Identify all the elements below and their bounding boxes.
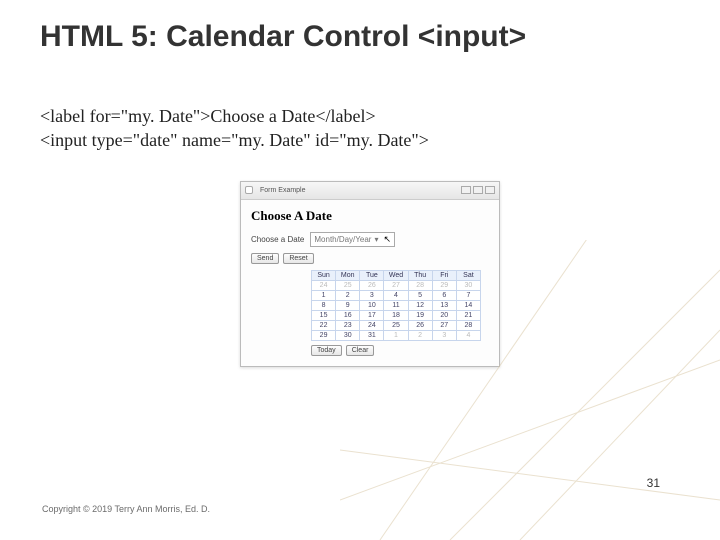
calendar-cell[interactable]: 7 bbox=[456, 290, 480, 300]
clear-button[interactable]: Clear bbox=[346, 345, 375, 356]
day-header: Tue bbox=[360, 270, 384, 280]
calendar-cell[interactable]: 24 bbox=[312, 280, 336, 290]
calendar-row: 15 16 17 18 19 20 21 bbox=[312, 310, 481, 320]
calendar-cell[interactable]: 11 bbox=[384, 300, 408, 310]
day-header: Fri bbox=[432, 270, 456, 280]
calendar-cell[interactable]: 17 bbox=[360, 310, 384, 320]
calendar-cell[interactable]: 1 bbox=[384, 330, 408, 340]
calendar-popup[interactable]: Sun Mon Tue Wed Thu Fri Sat 24 25 26 27 bbox=[311, 270, 481, 341]
calendar-cell[interactable]: 27 bbox=[432, 320, 456, 330]
browser-tab-label: Form Example bbox=[256, 187, 310, 194]
calendar-cell[interactable]: 6 bbox=[432, 290, 456, 300]
calendar-cell[interactable]: 16 bbox=[336, 310, 360, 320]
submit-button[interactable]: Send bbox=[251, 253, 279, 264]
browser-titlebar: Form Example bbox=[241, 182, 499, 200]
form-buttons: Send Reset bbox=[251, 253, 489, 264]
calendar-cell[interactable]: 12 bbox=[408, 300, 432, 310]
day-header: Wed bbox=[384, 270, 408, 280]
calendar-row: 1 2 3 4 5 6 7 bbox=[312, 290, 481, 300]
calendar-stepper-icon[interactable]: ▾ bbox=[374, 235, 378, 244]
form-row: Choose a Date Month/Day/Year ▾ ↖ bbox=[251, 232, 489, 247]
code-example: <label for="my. Date">Choose a Date</lab… bbox=[40, 104, 690, 153]
calendar-cell[interactable]: 5 bbox=[408, 290, 432, 300]
day-header: Thu bbox=[408, 270, 432, 280]
calendar-cell[interactable]: 30 bbox=[456, 280, 480, 290]
calendar-cell[interactable]: 14 bbox=[456, 300, 480, 310]
code-line-1: <label for="my. Date">Choose a Date</lab… bbox=[40, 104, 690, 128]
day-header: Sun bbox=[312, 270, 336, 280]
calendar-cell[interactable]: 9 bbox=[336, 300, 360, 310]
calendar-header-row: Sun Mon Tue Wed Thu Fri Sat bbox=[312, 270, 481, 280]
calendar-cell[interactable]: 25 bbox=[336, 280, 360, 290]
calendar-cell[interactable]: 19 bbox=[408, 310, 432, 320]
calendar-row: 29 30 31 1 2 3 4 bbox=[312, 330, 481, 340]
calendar-row: 8 9 10 11 12 13 14 bbox=[312, 300, 481, 310]
calendar-cell[interactable]: 10 bbox=[360, 300, 384, 310]
date-label: Choose a Date bbox=[251, 235, 304, 244]
calendar-cell[interactable]: 29 bbox=[432, 280, 456, 290]
calendar-row: 24 25 26 27 28 29 30 bbox=[312, 280, 481, 290]
reset-button[interactable]: Reset bbox=[283, 253, 313, 264]
calendar-row: 22 23 24 25 26 27 28 bbox=[312, 320, 481, 330]
date-input[interactable]: Month/Day/Year ▾ ↖ bbox=[310, 232, 395, 247]
calendar-cell[interactable]: 3 bbox=[432, 330, 456, 340]
day-header: Mon bbox=[336, 270, 360, 280]
page-heading: Choose A Date bbox=[251, 208, 489, 224]
calendar-cell[interactable]: 28 bbox=[408, 280, 432, 290]
calendar-cell[interactable]: 28 bbox=[456, 320, 480, 330]
window-controls bbox=[461, 186, 495, 194]
calendar-cell[interactable]: 18 bbox=[384, 310, 408, 320]
calendar-cell[interactable]: 31 bbox=[360, 330, 384, 340]
browser-back-icon bbox=[245, 186, 253, 194]
calendar-cell[interactable]: 30 bbox=[336, 330, 360, 340]
calendar-cell[interactable]: 13 bbox=[432, 300, 456, 310]
code-line-2: <input type="date" name="my. Date" id="m… bbox=[40, 128, 690, 152]
maximize-icon bbox=[473, 186, 483, 194]
calendar-cell[interactable]: 26 bbox=[408, 320, 432, 330]
calendar-cell[interactable]: 8 bbox=[312, 300, 336, 310]
calendar-cell[interactable]: 15 bbox=[312, 310, 336, 320]
day-header: Sat bbox=[456, 270, 480, 280]
slide: HTML 5: Calendar Control <input> <label … bbox=[0, 0, 720, 540]
page-number: 31 bbox=[647, 476, 660, 490]
slide-title: HTML 5: Calendar Control <input> bbox=[40, 20, 690, 54]
calendar-cell[interactable]: 23 bbox=[336, 320, 360, 330]
calendar-cell[interactable]: 25 bbox=[384, 320, 408, 330]
calendar-cell[interactable]: 1 bbox=[312, 290, 336, 300]
copyright-text: Copyright © 2019 Terry Ann Morris, Ed. D… bbox=[42, 504, 210, 514]
calendar-cell[interactable]: 26 bbox=[360, 280, 384, 290]
browser-screenshot: Form Example Choose A Date Choose a Date… bbox=[240, 181, 500, 367]
calendar-cell[interactable]: 3 bbox=[360, 290, 384, 300]
calendar-cell[interactable]: 22 bbox=[312, 320, 336, 330]
calendar-cell[interactable]: 21 bbox=[456, 310, 480, 320]
calendar-cell[interactable]: 4 bbox=[456, 330, 480, 340]
calendar-cell[interactable]: 2 bbox=[336, 290, 360, 300]
page-body: Choose A Date Choose a Date Month/Day/Ye… bbox=[241, 200, 499, 366]
calendar-cell[interactable]: 24 bbox=[360, 320, 384, 330]
calendar-cell[interactable]: 27 bbox=[384, 280, 408, 290]
date-placeholder: Month/Day/Year bbox=[314, 235, 371, 244]
calendar-cell[interactable]: 2 bbox=[408, 330, 432, 340]
cursor-icon: ↖ bbox=[383, 234, 391, 245]
calendar-cell[interactable]: 20 bbox=[432, 310, 456, 320]
calendar-footer: Today Clear bbox=[311, 345, 489, 356]
calendar-body: 24 25 26 27 28 29 30 1 2 3 4 5 6 bbox=[312, 280, 481, 340]
calendar-cell[interactable]: 29 bbox=[312, 330, 336, 340]
calendar-cell[interactable]: 4 bbox=[384, 290, 408, 300]
close-icon bbox=[485, 186, 495, 194]
today-button[interactable]: Today bbox=[311, 345, 342, 356]
minimize-icon bbox=[461, 186, 471, 194]
